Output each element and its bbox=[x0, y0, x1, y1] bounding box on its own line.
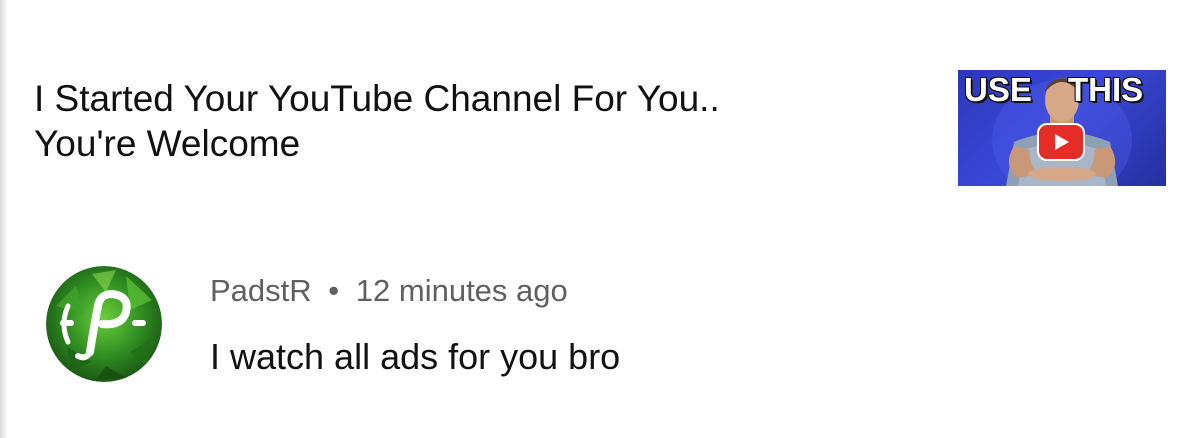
notification-page: I Started Your YouTube Channel For You..… bbox=[0, 0, 1200, 438]
meta-separator: • bbox=[328, 273, 340, 308]
video-thumbnail[interactable]: USE THIS bbox=[958, 70, 1166, 186]
comment-text: I watch all ads for you bro bbox=[210, 336, 621, 377]
video-title[interactable]: I Started Your YouTube Channel For You..… bbox=[34, 76, 914, 166]
comment-timestamp: 12 minutes ago bbox=[355, 273, 568, 308]
youtube-play-icon bbox=[1037, 123, 1085, 161]
avatar[interactable] bbox=[46, 266, 162, 382]
comment-meta: PadstR • 12 minutes ago bbox=[210, 272, 568, 310]
thumbnail-text-left: USE bbox=[964, 71, 1032, 108]
screen-edge-shadow bbox=[0, 0, 8, 438]
thumbnail-text-right: THIS bbox=[1068, 71, 1144, 108]
padstr-logo-icon bbox=[46, 266, 162, 382]
comment-author[interactable]: PadstR bbox=[210, 273, 312, 308]
comment-item[interactable]: PadstR • 12 minutes ago I watch all ads … bbox=[46, 266, 1146, 386]
